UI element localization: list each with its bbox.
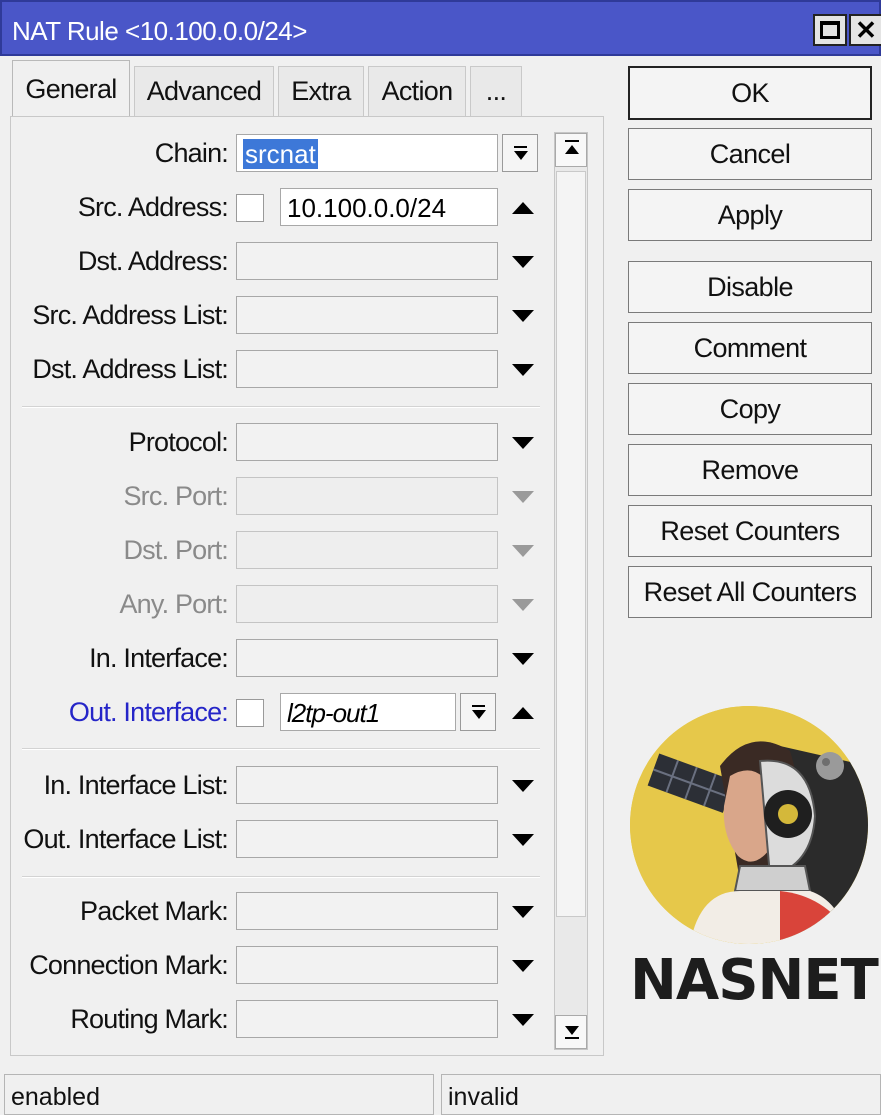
- reset-all-counters-button[interactable]: Reset All Counters: [628, 566, 872, 618]
- comment-button[interactable]: Comment: [628, 322, 872, 374]
- src-port-label: Src. Port:: [123, 481, 228, 511]
- apply-button[interactable]: Apply: [628, 189, 872, 241]
- expand-down-icon[interactable]: [512, 834, 534, 846]
- scroll-thumb[interactable]: [556, 171, 586, 917]
- chain-label: Chain:: [154, 138, 229, 168]
- dropdown-icon: [472, 705, 485, 707]
- astronaut-illustration-icon: [630, 706, 868, 944]
- chain-dropdown-button[interactable]: [502, 134, 538, 172]
- tab-extra[interactable]: Extra: [278, 66, 364, 116]
- remove-button[interactable]: Remove: [628, 444, 872, 496]
- dst-address-list-field[interactable]: [236, 350, 498, 388]
- expand-down-icon[interactable]: [512, 960, 534, 972]
- expand-down-icon[interactable]: [512, 364, 534, 376]
- src-address-label: Src. Address:: [77, 192, 229, 222]
- routing-mark-label: Routing Mark:: [70, 1004, 228, 1034]
- protocol-label: Protocol:: [128, 427, 229, 457]
- expand-down-icon: [512, 599, 534, 611]
- src-address-list-label: Src. Address List:: [32, 300, 228, 330]
- expand-down-icon[interactable]: [512, 780, 534, 792]
- tab-general[interactable]: General: [12, 60, 130, 118]
- close-button[interactable]: ✕: [849, 14, 881, 46]
- routing-mark-field[interactable]: [236, 1000, 498, 1038]
- expand-down-icon[interactable]: [512, 256, 534, 268]
- protocol-field[interactable]: [236, 423, 498, 461]
- connection-mark-label: Connection Mark:: [29, 950, 229, 980]
- in-interface-label: In. Interface:: [89, 643, 229, 673]
- expand-down-icon[interactable]: [512, 310, 534, 322]
- scroll-down-icon: [565, 1026, 579, 1035]
- reset-counters-button[interactable]: Reset Counters: [628, 505, 872, 557]
- window-title: NAT Rule <10.100.0.0/24>: [12, 16, 307, 46]
- packet-mark-label: Packet Mark:: [80, 896, 229, 926]
- any-port-label: Any. Port:: [119, 589, 228, 619]
- tab-action[interactable]: Action: [368, 66, 466, 116]
- src-address-list-field[interactable]: [236, 296, 498, 334]
- in-interface-list-label: In. Interface List:: [43, 770, 229, 800]
- out-interface-field[interactable]: l2tp-out1: [280, 693, 456, 731]
- out-interface-invert-checkbox[interactable]: [236, 699, 264, 727]
- out-interface-dropdown-button[interactable]: [460, 693, 496, 731]
- src-address-field[interactable]: 10.100.0.0/24: [280, 188, 498, 226]
- chain-value: srcnat: [243, 139, 318, 169]
- nasnet-logo-image: [630, 706, 868, 944]
- packet-mark-field[interactable]: [236, 892, 498, 930]
- title-bar[interactable]: NAT Rule <10.100.0.0/24> ✕: [0, 0, 881, 56]
- dst-address-list-label: Dst. Address List:: [32, 354, 228, 384]
- scroll-up-button[interactable]: [555, 133, 587, 167]
- vertical-scrollbar[interactable]: [554, 132, 588, 1050]
- any-port-field: [236, 585, 498, 623]
- cancel-button[interactable]: Cancel: [628, 128, 872, 180]
- disable-button[interactable]: Disable: [628, 261, 872, 313]
- in-interface-list-field[interactable]: [236, 766, 498, 804]
- expand-down-icon: [512, 545, 534, 557]
- src-port-field: [236, 477, 498, 515]
- scroll-up-icon: [565, 145, 579, 154]
- maximize-button[interactable]: [813, 14, 847, 46]
- section-divider: [22, 748, 540, 750]
- chain-field[interactable]: srcnat: [236, 134, 498, 172]
- expand-down-icon[interactable]: [512, 653, 534, 665]
- dst-address-field[interactable]: [236, 242, 498, 280]
- close-icon: ✕: [855, 14, 877, 45]
- expand-down-icon[interactable]: [512, 1014, 534, 1026]
- out-interface-list-field[interactable]: [236, 820, 498, 858]
- status-enabled: enabled: [4, 1074, 434, 1115]
- dst-port-field: [236, 531, 498, 569]
- out-interface-list-label: Out. Interface List:: [23, 824, 228, 854]
- dst-address-label: Dst. Address:: [77, 246, 229, 276]
- expand-down-icon[interactable]: [512, 437, 534, 449]
- out-interface-label[interactable]: Out. Interface:: [0, 697, 229, 728]
- ok-button[interactable]: OK: [628, 66, 872, 120]
- tab-more[interactable]: ...: [470, 66, 522, 116]
- expand-down-icon: [512, 491, 534, 503]
- dropdown-icon: [514, 146, 527, 148]
- collapse-up-icon[interactable]: [512, 707, 534, 719]
- status-invalid: invalid: [441, 1074, 881, 1115]
- expand-down-icon[interactable]: [512, 906, 534, 918]
- section-divider: [22, 876, 540, 878]
- src-address-invert-checkbox[interactable]: [236, 194, 264, 222]
- maximize-icon: [820, 21, 840, 39]
- tab-advanced[interactable]: Advanced: [134, 66, 274, 116]
- in-interface-field[interactable]: [236, 639, 498, 677]
- logo-text: NASNET: [630, 948, 879, 1013]
- copy-button[interactable]: Copy: [628, 383, 872, 435]
- dst-port-label: Dst. Port:: [123, 535, 228, 565]
- connection-mark-field[interactable]: [236, 946, 498, 984]
- scroll-down-button[interactable]: [555, 1015, 587, 1049]
- section-divider: [22, 406, 540, 408]
- collapse-up-icon[interactable]: [512, 202, 534, 214]
